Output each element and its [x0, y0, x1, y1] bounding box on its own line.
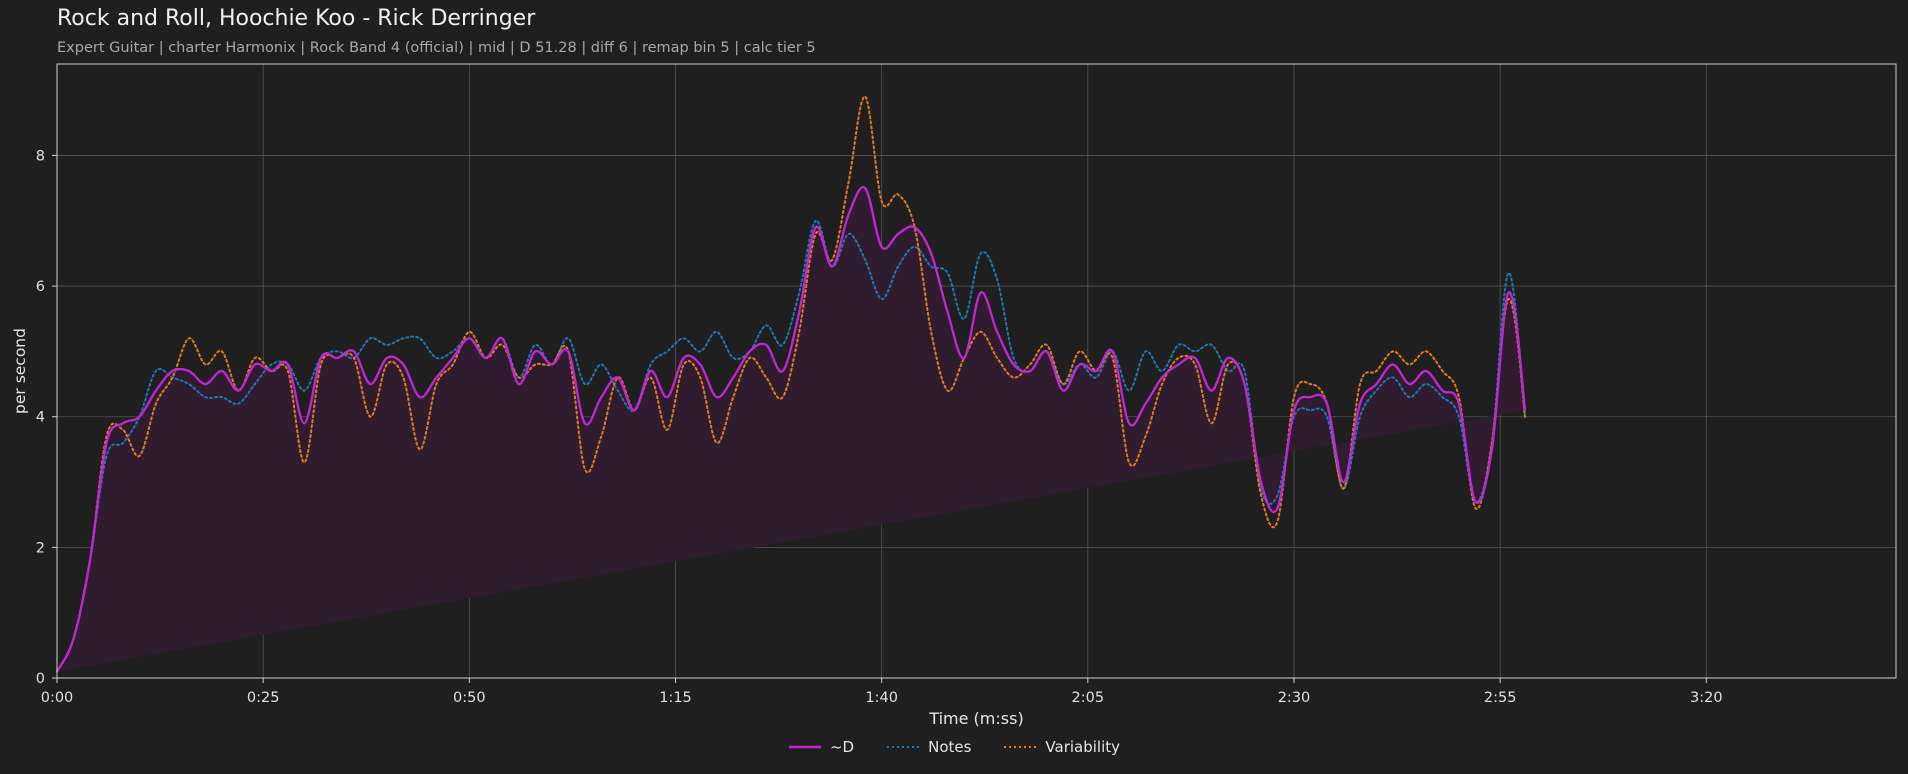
x-axis-label: Time (m:ss)	[928, 709, 1023, 728]
legend-label-variability: Variability	[1045, 738, 1121, 756]
y-tick-label: 0	[36, 671, 45, 687]
legend: ~D Notes Variability	[0, 738, 1908, 756]
legend-swatch-d	[788, 745, 821, 749]
x-tick-label: 2:55	[1484, 690, 1517, 706]
y-tick-label: 6	[36, 279, 45, 295]
x-tick-label: 1:15	[659, 690, 692, 706]
y-tick-label: 2	[36, 540, 45, 556]
legend-label-notes: Notes	[928, 738, 972, 756]
x-tick-label: 1:40	[865, 690, 898, 706]
x-tick-label: 0:25	[247, 690, 280, 706]
legend-item-d: ~D	[788, 738, 854, 756]
y-axis-label: per second	[11, 328, 29, 414]
x-tick-label: 3:20	[1690, 690, 1723, 706]
x-tick-label: 0:00	[41, 690, 74, 706]
x-tick-label: 0:50	[453, 690, 486, 706]
d-area-fill	[57, 187, 1525, 672]
legend-label-d: ~D	[829, 738, 855, 756]
legend-swatch-variability	[1004, 746, 1037, 748]
chart-svg: 0:00 0:25 0:50 1:15 1:40 2:05 2:30 2:55 3:20 0 2 4 6…	[11, 63, 1897, 728]
legend-item-variability: Variability	[1003, 738, 1120, 756]
x-tick-label: 2:30	[1278, 690, 1311, 706]
x-tick-label: 2:05	[1072, 690, 1105, 706]
y-tick-label: 8	[36, 148, 45, 164]
legend-item-notes: Notes	[886, 738, 971, 756]
y-tick-label: 4	[36, 410, 45, 426]
legend-swatch-notes	[887, 746, 920, 748]
